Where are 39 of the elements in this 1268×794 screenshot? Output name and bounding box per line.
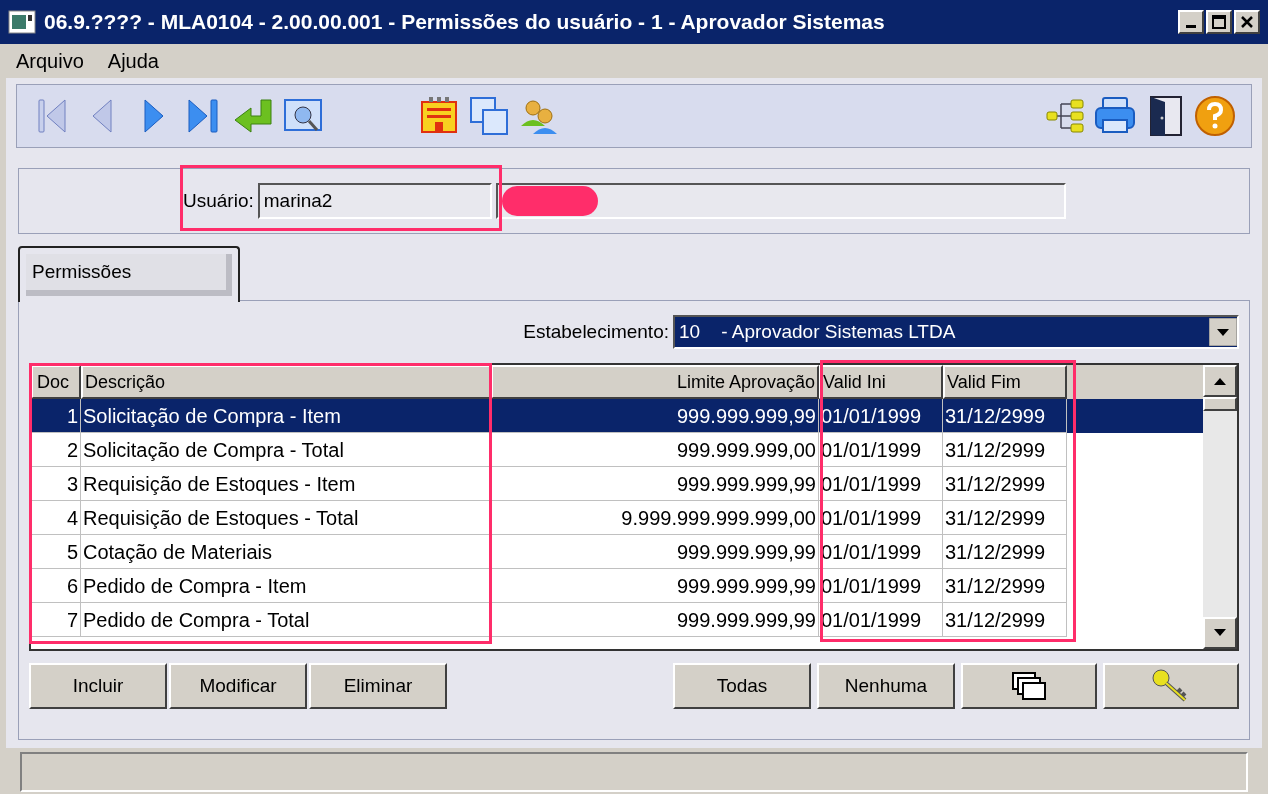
user-field[interactable]: marina2 — [257, 183, 492, 219]
window-icon — [8, 10, 36, 34]
column-header[interactable]: Limite Aprovação — [491, 365, 819, 399]
folders-icon — [1011, 671, 1047, 701]
minimize-button[interactable] — [1178, 10, 1204, 34]
tab[interactable]: Permissões — [18, 246, 240, 302]
column-header[interactable]: Valid Fim — [943, 365, 1067, 399]
table-cell: 31/12/2999 — [943, 603, 1067, 637]
table-row[interactable]: 1 Solicitação de Compra - Item 999.999.999,99 01/01/1999 31/12/2999 — [31, 399, 1203, 433]
dropdown-arrow-icon — [1209, 318, 1237, 346]
column-header[interactable]: Valid Ini — [819, 365, 943, 399]
key-button[interactable] — [1103, 663, 1239, 709]
table-cell: Pedido de Compra - Total — [81, 603, 491, 637]
close-icon — [1240, 15, 1254, 29]
action-button[interactable]: Eliminar — [309, 663, 447, 709]
action-button[interactable]: Incluir — [29, 663, 167, 709]
menu-item[interactable]: Arquivo — [16, 46, 84, 76]
establishment-label: Estabelecimento: — [523, 319, 669, 344]
selection-button[interactable]: Todas — [673, 663, 811, 709]
close-button[interactable] — [1234, 10, 1260, 34]
table-cell: 7 — [31, 603, 81, 637]
user-label: Usuário: — [183, 188, 254, 213]
establishment-dropdown[interactable]: 10 - Aprovador Sistemas LTDA — [673, 315, 1239, 349]
scroll-thumb[interactable] — [1203, 397, 1237, 411]
scroll-up-icon[interactable] — [1213, 376, 1227, 386]
action-button[interactable]: Modificar — [169, 663, 307, 709]
table-cell: 01/01/1999 — [819, 603, 943, 637]
maximize-icon — [1212, 15, 1226, 29]
help-icon[interactable] — [1193, 94, 1237, 138]
copy-icon[interactable] — [467, 94, 511, 138]
scrollbar[interactable] — [1203, 365, 1237, 649]
menu-item[interactable]: Ajuda — [107, 46, 159, 76]
scroll-down-icon[interactable] — [1213, 628, 1227, 638]
minimize-icon — [1186, 25, 1196, 28]
maximize-button[interactable] — [1206, 10, 1232, 34]
selection-button[interactable]: Nenhuma — [817, 663, 955, 709]
folders-button[interactable] — [961, 663, 1097, 709]
table-cell: 999.999.999,99 — [491, 603, 819, 637]
window-title: 06.9.???? - MLA0104 - 2.00.00.001 - Permissões do usuário - 1 - Aprovador Sistemas — [44, 9, 886, 36]
